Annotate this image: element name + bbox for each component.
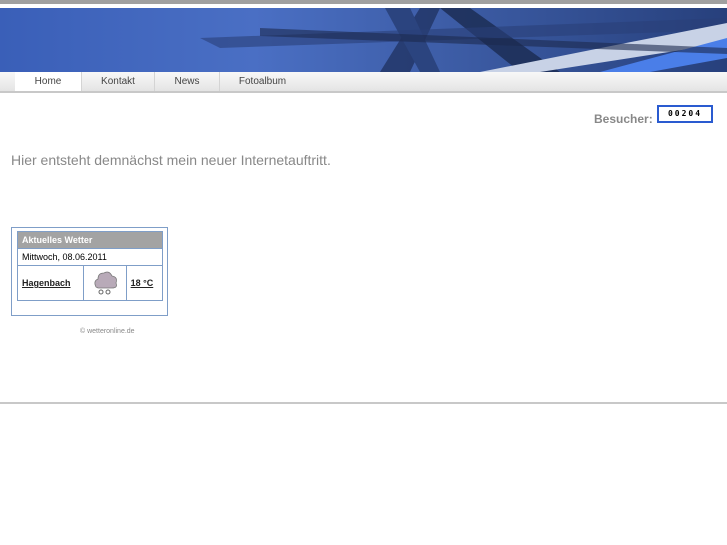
weather-temperature-link[interactable]: 18 °C <box>131 278 154 288</box>
header-banner <box>0 8 727 72</box>
nav-news[interactable]: News <box>155 72 220 91</box>
weather-credit: © wetteronline.de <box>80 328 135 335</box>
nav-fotoalbum[interactable]: Fotoalbum <box>220 72 305 91</box>
weather-title: Aktuelles Wetter <box>17 231 163 249</box>
cloud-rain-icon <box>83 265 127 301</box>
nav-kontakt[interactable]: Kontakt <box>82 72 155 91</box>
intro-text: Hier entsteht demnächst mein neuer Inter… <box>11 152 331 168</box>
top-bar <box>0 0 727 4</box>
weather-date: Mittwoch, 08.06.2011 <box>17 248 163 266</box>
footer-divider <box>0 402 727 404</box>
main-nav: Home Kontakt News Fotoalbum <box>0 72 727 93</box>
banner-graphic <box>200 8 727 72</box>
weather-location-link[interactable]: Hagenbach <box>22 278 71 288</box>
nav-home[interactable]: Home <box>15 72 82 91</box>
visitor-label: Besucher: <box>594 112 653 126</box>
visitor-counter: 00204 <box>657 105 713 123</box>
weather-widget: Aktuelles Wetter Mittwoch, 08.06.2011 Ha… <box>11 227 168 316</box>
